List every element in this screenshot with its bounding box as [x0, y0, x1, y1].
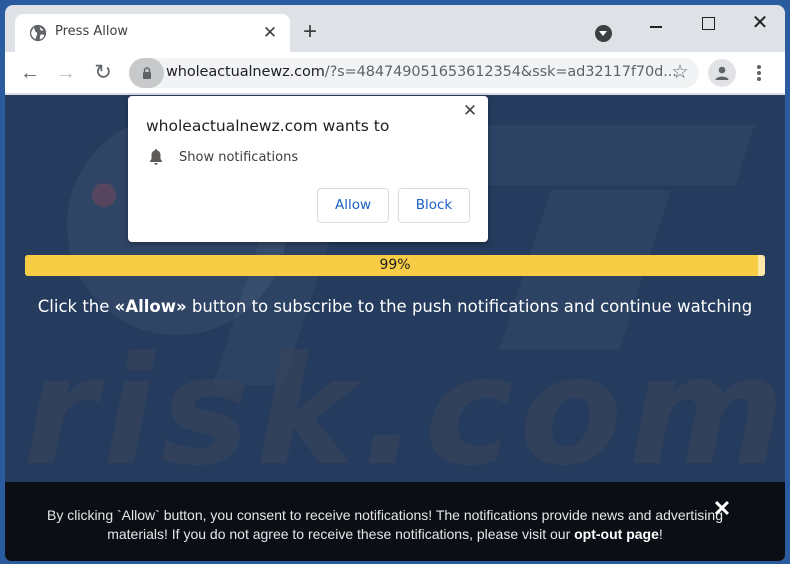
globe-icon — [29, 24, 47, 42]
profile-button[interactable] — [708, 59, 736, 87]
back-button[interactable]: ← — [17, 60, 43, 86]
popup-title: wholeactualnewz.com wants to — [146, 117, 390, 135]
consent-close-icon[interactable]: ✕ — [712, 498, 732, 520]
kebab-menu-icon[interactable] — [749, 60, 769, 86]
headline-allow: «Allow» — [114, 297, 187, 316]
headline-text: Click the «Allow» button to subscribe to… — [5, 297, 785, 316]
reload-button[interactable]: ↻ — [90, 60, 116, 86]
tab-search-icon[interactable] — [595, 25, 612, 42]
consent-bar: By clicking `Allow` button, you consent … — [5, 482, 785, 561]
consent-end: ! — [658, 526, 663, 542]
popup-close-icon[interactable]: ✕ — [461, 102, 479, 120]
bell-icon — [150, 149, 162, 165]
headline-prefix: Click the — [37, 297, 115, 316]
address-bar[interactable]: wholeactualnewz.com/?s=48474905165361235… — [129, 58, 699, 88]
url-path: /?s=484749051653612354&ssk=ad32117f70d..… — [324, 64, 677, 80]
new-tab-button[interactable]: + — [299, 20, 321, 44]
headline-suffix: button to subscribe to the push notifica… — [186, 297, 753, 316]
notification-permission-popup: ✕ wholeactualnewz.com wants to Show noti… — [128, 96, 488, 242]
browser-window: Press Allow ✕ + ✕ ← → ↻ wholeactualnewz.… — [5, 5, 785, 561]
tab-strip: Press Allow ✕ + ✕ — [5, 5, 785, 52]
tab-close-icon[interactable]: ✕ — [260, 23, 280, 43]
progress-bar: 99% — [25, 255, 765, 276]
maximize-button[interactable] — [693, 13, 723, 35]
watermark-text: risk.com — [23, 325, 785, 499]
bookmark-star-icon[interactable]: ☆ — [669, 62, 691, 84]
block-button[interactable]: Block — [398, 188, 470, 223]
progress-label: 99% — [379, 257, 411, 273]
watermark-dot — [92, 183, 116, 207]
allow-button[interactable]: Allow — [317, 188, 389, 223]
window-close-button[interactable]: ✕ — [745, 13, 775, 35]
forward-button[interactable]: → — [53, 60, 79, 86]
consent-text: By clicking `Allow` button, you consent … — [35, 506, 735, 544]
lock-icon — [143, 67, 151, 79]
browser-toolbar: ← → ↻ wholeactualnewz.com/?s=48474905165… — [5, 52, 785, 94]
permission-label: Show notifications — [179, 150, 299, 165]
minimize-button[interactable] — [641, 13, 671, 35]
person-icon — [715, 66, 729, 80]
url-domain: wholeactualnewz.com — [166, 64, 325, 80]
site-info-button[interactable] — [129, 58, 164, 88]
url-text[interactable]: wholeactualnewz.com/?s=48474905165361235… — [166, 64, 677, 80]
opt-out-link[interactable]: opt-out page — [574, 526, 659, 542]
tab-title: Press Allow — [55, 24, 129, 39]
browser-tab[interactable]: Press Allow ✕ — [15, 14, 290, 52]
